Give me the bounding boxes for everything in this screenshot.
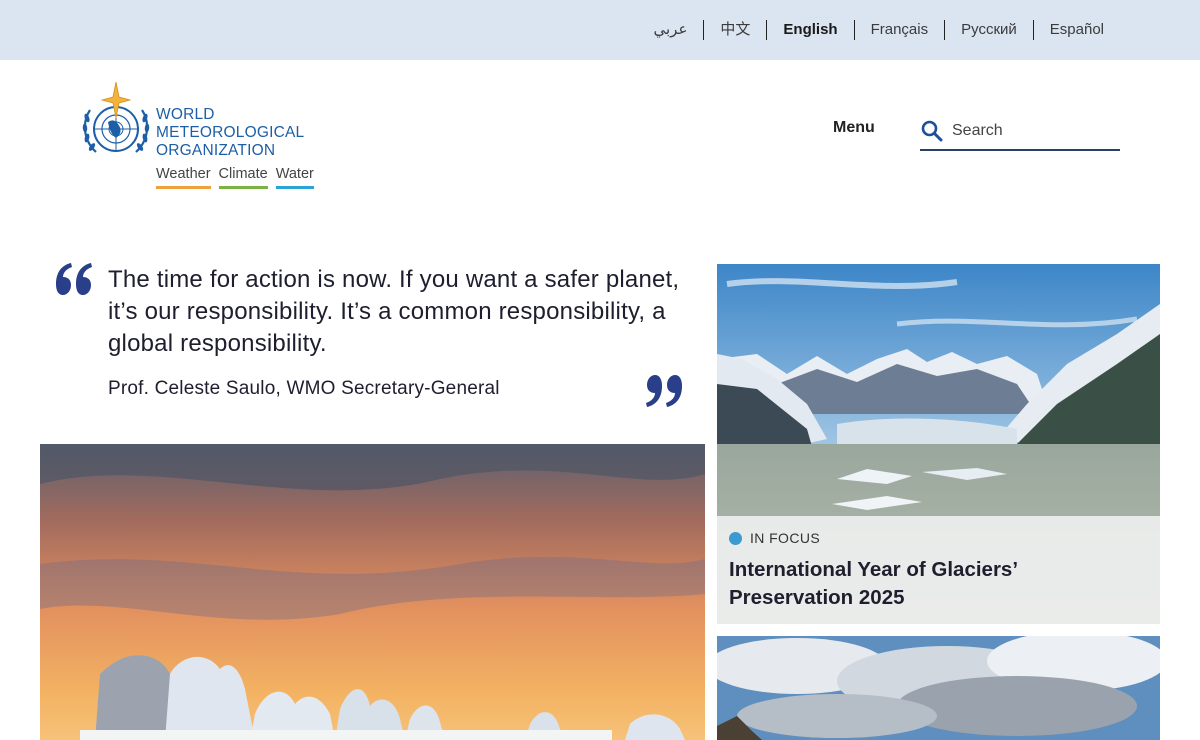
organization-name: WORLD METEOROLOGICAL ORGANIZATION (156, 106, 304, 160)
language-english[interactable]: English (767, 19, 853, 41)
tag-weather: Weather (156, 166, 211, 189)
card-caption: IN FOCUS International Year of Glaciers’… (717, 516, 1160, 624)
cloudy-sky-image (717, 636, 1160, 740)
card-kicker-label: IN FOCUS (750, 530, 821, 546)
open-quote-icon (56, 263, 92, 295)
search-box[interactable] (920, 112, 1120, 151)
close-quote-icon (646, 375, 682, 407)
search-input[interactable] (952, 121, 1112, 140)
organization-name-line: ORGANIZATION (156, 142, 276, 159)
card-kicker: IN FOCUS (729, 530, 820, 546)
organization-name-line: WORLD (156, 106, 215, 123)
wmo-logo[interactable]: WORLD METEOROLOGICAL ORGANIZATION Weathe… (78, 82, 338, 192)
category-dot-icon (729, 531, 742, 545)
language-arabic[interactable]: عربي (637, 19, 703, 41)
tag-water: Water (275, 166, 314, 189)
card-glaciers[interactable]: IN FOCUS International Year of Glaciers’… (717, 264, 1160, 624)
organization-name-line: METEOROLOGICAL (156, 124, 305, 141)
card-title[interactable]: International Year of Glaciers’ Preserva… (729, 556, 1129, 612)
quote-text: The time for action is now. If you want … (108, 266, 680, 357)
snowy-trees-sunset-image (40, 444, 705, 740)
hero-image[interactable] (40, 444, 705, 740)
tag-climate: Climate (218, 166, 268, 189)
language-list: عربي 中文 English Français Русский Español (637, 19, 1120, 41)
language-russian[interactable]: Русский (945, 19, 1033, 41)
language-spanish[interactable]: Español (1034, 19, 1120, 41)
language-french[interactable]: Français (855, 19, 945, 41)
un-emblem-icon (82, 82, 150, 153)
language-chinese[interactable]: 中文 (704, 19, 766, 41)
quote-author: Prof. Celeste Saulo, WMO Secretary-Gener… (108, 378, 500, 399)
logo-tagline: Weather Climate Water (156, 166, 314, 189)
menu-button[interactable]: Menu (833, 119, 875, 137)
hero-caption-panel (80, 730, 612, 740)
language-bar: عربي 中文 English Français Русский Español (0, 0, 1200, 60)
card-clouds[interactable] (717, 636, 1160, 740)
search-icon[interactable] (920, 119, 944, 143)
